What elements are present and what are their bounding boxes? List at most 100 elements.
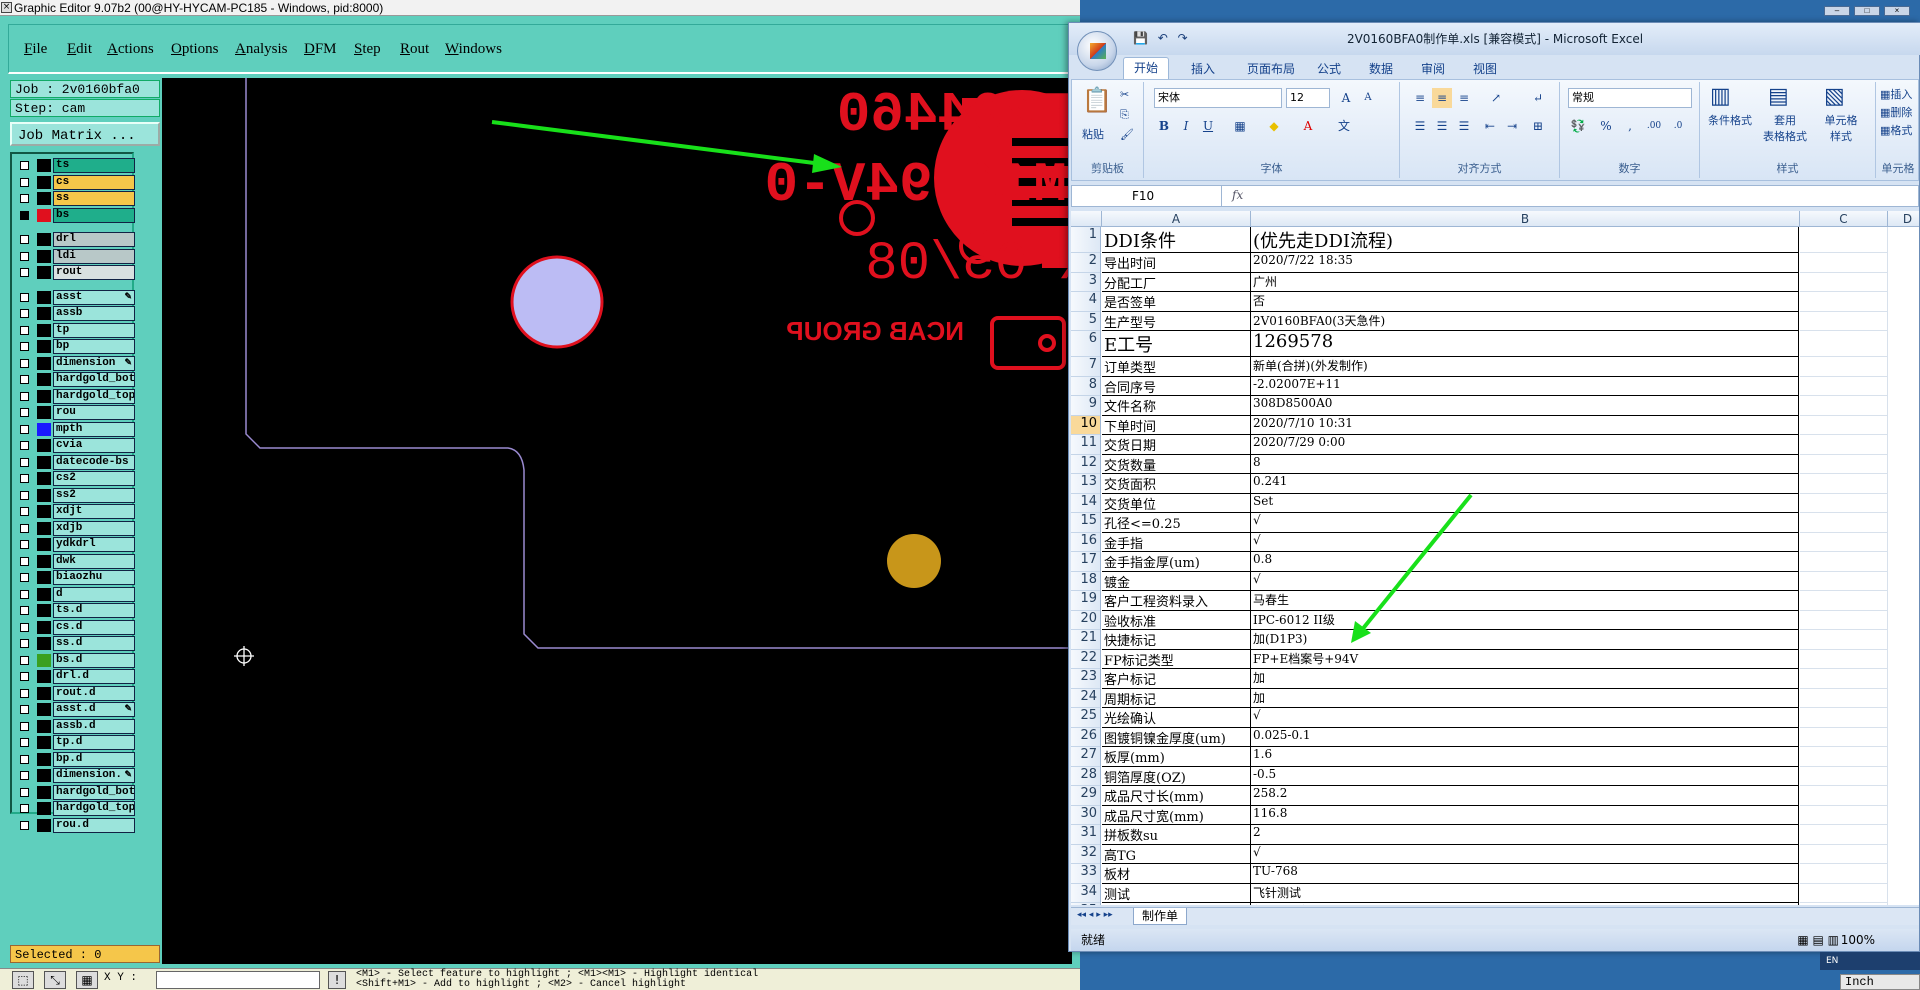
cell-b[interactable]: 2020/7/10 10:31 (1251, 415, 1799, 435)
layer-name[interactable]: ss2 (53, 487, 135, 503)
row-header[interactable]: 20 (1071, 610, 1101, 630)
layer-name[interactable]: rou.d (53, 817, 135, 833)
cell-c[interactable] (1800, 253, 1888, 273)
cell-a[interactable]: 交货面积 (1102, 474, 1251, 494)
excel-title-bar[interactable]: 2V0160BFA0制作单.xls [兼容模式] - Microsoft Exc… (1069, 23, 1920, 55)
row-header[interactable]: 11 (1071, 435, 1101, 455)
paste-button[interactable]: 粘贴 (1082, 126, 1104, 142)
cell-b[interactable]: Set (1251, 493, 1799, 513)
cell-c[interactable] (1800, 786, 1888, 806)
job-matrix-button[interactable]: Job Matrix ... (10, 122, 160, 146)
tab-home[interactable]: 开始 (1123, 57, 1170, 79)
row-header[interactable]: 33 (1071, 864, 1101, 884)
cell-c[interactable] (1800, 493, 1888, 513)
cell-b[interactable]: 加 (1251, 688, 1799, 708)
cell-a[interactable]: 周期标记 (1102, 688, 1251, 708)
row-header[interactable]: 29 (1071, 786, 1101, 806)
layer-row[interactable]: assb (16, 306, 136, 321)
layer-checkbox[interactable] (20, 540, 29, 549)
cell-a[interactable]: 成品尺寸长(mm) (1102, 786, 1251, 806)
layer-row[interactable]: rou.d (16, 817, 136, 833)
conditional-format-button[interactable]: 条件格式 (1702, 112, 1758, 128)
layer-row[interactable]: cs.d (16, 619, 136, 635)
layer-row[interactable]: cs2 (16, 471, 136, 486)
layer-row[interactable]: rou (16, 405, 136, 420)
cut-icon[interactable]: ✂ (1120, 88, 1129, 101)
align-bottom-icon[interactable]: ≡ (1454, 88, 1474, 108)
layer-name[interactable]: cs2 (53, 471, 135, 486)
layer-name[interactable]: bp.d (53, 751, 135, 767)
layer-checkbox[interactable] (20, 573, 29, 582)
bold-icon[interactable]: B (1154, 116, 1174, 136)
column-header-a[interactable]: A (1102, 211, 1251, 227)
cell-a[interactable]: 成品板厚公差(mm) (1102, 903, 1251, 905)
layer-name[interactable]: hardgold_bot (53, 372, 135, 387)
menu-dfm[interactable]: DFM (304, 41, 337, 58)
cell-b[interactable]: √ (1251, 708, 1799, 728)
layer-name[interactable]: rout.d (53, 685, 135, 701)
office-button[interactable] (1077, 31, 1117, 71)
row-header[interactable]: 19 (1071, 591, 1101, 611)
layer-checkbox[interactable] (20, 358, 29, 368)
cell-c[interactable] (1800, 357, 1888, 377)
cell-c[interactable] (1800, 864, 1888, 884)
cell-c[interactable] (1800, 272, 1888, 292)
layer-name[interactable]: hardgold_bot (53, 784, 135, 800)
layer-checkbox[interactable] (20, 161, 29, 170)
layer-row[interactable]: datecode-bs (16, 454, 136, 470)
layer-checkbox[interactable] (20, 235, 29, 244)
layer-row[interactable]: hardgold_top (16, 801, 136, 816)
cell-b[interactable]: 258.2 (1251, 786, 1799, 806)
layer-row[interactable]: dimension. ✎ (16, 768, 136, 783)
layer-row[interactable]: dimension ✎ (16, 355, 136, 371)
cell-a[interactable]: 导出时间 (1102, 253, 1251, 273)
decrease-indent-icon[interactable]: ⇤ (1480, 116, 1500, 136)
align-center-icon[interactable]: ☰ (1432, 116, 1452, 136)
row-header[interactable]: 24 (1071, 688, 1101, 708)
row-header[interactable]: 30 (1071, 805, 1101, 825)
fill-color-icon[interactable]: ◆ (1264, 116, 1284, 136)
cell-b[interactable]: 8 (1251, 454, 1799, 474)
layer-name[interactable]: cs.d (53, 619, 135, 635)
copy-icon[interactable]: ⎘ (1120, 108, 1129, 122)
cell-b[interactable]: 飞针测试 (1251, 883, 1799, 903)
cell-c[interactable] (1800, 766, 1888, 786)
layer-name[interactable]: bp (53, 339, 135, 354)
cell-a[interactable]: 客户工程资料录入 (1102, 591, 1251, 611)
cell-a[interactable]: 合同序号 (1102, 376, 1251, 396)
xy-input[interactable] (156, 971, 320, 989)
layer-row[interactable]: rout (16, 265, 136, 280)
layer-row[interactable]: asst.d ✎ (16, 702, 136, 717)
tab-formulas[interactable]: 公式 (1317, 60, 1341, 77)
layer-checkbox[interactable] (20, 490, 29, 500)
layer-checkbox[interactable] (20, 177, 29, 187)
layer-name[interactable]: dimension. ✎ (53, 768, 135, 783)
layer-name[interactable]: ts.d (53, 603, 135, 618)
menu-windows[interactable]: Windows (445, 41, 502, 58)
layer-name[interactable]: datecode-bs (53, 454, 135, 470)
cell-c[interactable] (1800, 727, 1888, 747)
layer-row[interactable]: bs (16, 207, 136, 223)
cell-a[interactable]: 交货数量 (1102, 454, 1251, 474)
grow-font-icon[interactable]: A (1336, 88, 1356, 108)
row-header[interactable]: 17 (1071, 552, 1101, 572)
layer-row[interactable]: mpth (16, 421, 136, 437)
format-as-table-button[interactable]: 套用 表格格式 (1758, 112, 1812, 144)
layer-row[interactable]: ts.d (16, 603, 136, 618)
layer-checkbox[interactable] (20, 655, 29, 665)
layer-row[interactable]: hardgold_top (16, 388, 136, 404)
layer-checkbox[interactable] (20, 457, 29, 467)
cell-c[interactable] (1800, 649, 1888, 669)
maximize-icon[interactable]: □ (1854, 6, 1880, 16)
layer-checkbox[interactable] (20, 771, 29, 780)
layer-row[interactable]: cs (16, 174, 136, 190)
cell-a[interactable]: 快捷标记 (1102, 630, 1251, 650)
cell-a[interactable]: 铜箔厚度(OZ) (1102, 766, 1251, 786)
row-header[interactable]: 13 (1071, 474, 1101, 494)
row-header[interactable]: 32 (1071, 844, 1101, 864)
cell-a[interactable]: 成品尺寸宽(mm) (1102, 805, 1251, 825)
increase-decimal-icon[interactable]: .00 (1644, 116, 1664, 136)
cell-c[interactable] (1800, 805, 1888, 825)
tab-view[interactable]: 视图 (1473, 60, 1497, 77)
column-header-b[interactable]: B (1251, 211, 1800, 227)
